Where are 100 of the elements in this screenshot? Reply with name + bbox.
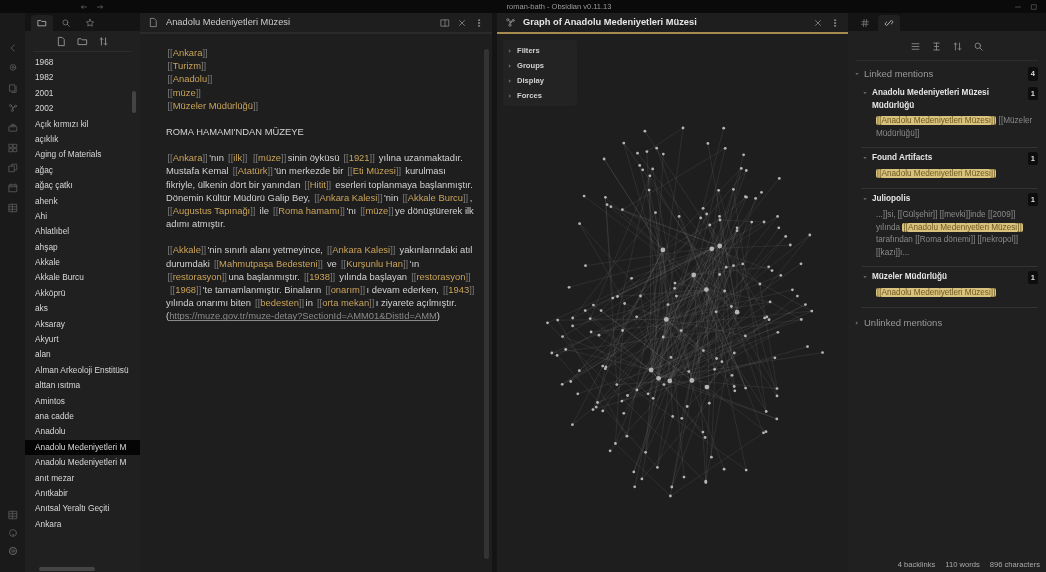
internal-link[interactable]: [[Roma hamamı]] (273, 205, 345, 217)
graph-drawing[interactable] (546, 126, 824, 498)
scrollbar-thumb[interactable] (39, 567, 95, 571)
cards-icon[interactable] (7, 123, 18, 133)
mention-context[interactable]: [[Anadolu Medeniyetleri Müzesi]] [[Müzeler Müdürlüğü]] (876, 115, 1038, 140)
file-item[interactable]: Anadolu Medeniyetleri M (25, 439, 140, 456)
external-link[interactable]: https://muze.gov.tr/muze-detay?SectionId=AMM01&DistId=AMM (169, 310, 437, 322)
new-note-icon[interactable] (56, 36, 67, 47)
internal-link[interactable]: [[onarım]] (325, 284, 366, 296)
scrollbar-thumb[interactable] (132, 91, 136, 113)
file-item[interactable]: Akkale (25, 255, 140, 271)
caret-icon (507, 62, 513, 69)
file-item[interactable]: ağaç çatkı (25, 178, 140, 194)
internal-link[interactable]: [[ilk]] (228, 152, 248, 164)
file-item[interactable]: Açık kırmızı kil (25, 116, 140, 132)
internal-link[interactable]: [[Eti Müzesi]] (347, 165, 402, 177)
internal-link[interactable]: [[bedesten]] (255, 297, 305, 309)
settings-icon[interactable] (7, 546, 18, 556)
file-item[interactable]: ana cadde (25, 409, 140, 425)
close-icon[interactable] (457, 17, 467, 28)
pages-icon[interactable] (7, 83, 18, 93)
file-item[interactable]: Alman Arkeoloji Enstitüsü (25, 362, 140, 379)
internal-link[interactable]: [[1943]] (443, 284, 475, 296)
file-item[interactable]: Akkale Burcu (25, 270, 140, 286)
file-item[interactable]: Anadolu Medeniyetleri M (25, 455, 140, 471)
caret-icon[interactable] (862, 155, 868, 161)
internal-link[interactable]: [[Hitit]] (304, 178, 332, 190)
internal-link[interactable]: [[Turizm]] (167, 60, 207, 72)
file-item[interactable]: ahşap (25, 239, 140, 256)
new-folder-icon[interactable] (77, 36, 88, 47)
internal-link[interactable]: [[1921]] (343, 152, 375, 164)
file-item[interactable]: Akyurt (25, 332, 140, 348)
mention-context[interactable]: ...]]si, [[Gülşehir]] [[mevki]]inde [[2009]] yılında [[Anadolu Medeniyetleri Müzesi]] tarafından [[Roma dönemi]] [[nekropol]] [[kazı]]ı... (876, 209, 1038, 259)
file-item[interactable]: Anadolu (25, 424, 140, 440)
file-item[interactable]: Akköprü (25, 285, 140, 302)
file-item[interactable]: açıklık (25, 131, 140, 148)
internal-link[interactable]: [[Mahmutpaşa Bedesteni]] (213, 257, 323, 269)
file-item[interactable]: Aksaray (25, 316, 140, 333)
file-item[interactable]: 1968 (25, 55, 140, 71)
internal-link[interactable]: [[müze]] (360, 205, 394, 217)
file-item[interactable]: 2001 (25, 85, 140, 102)
file-item[interactable]: alttan ısıtma (25, 378, 140, 394)
caret-icon (507, 47, 513, 54)
file-item[interactable]: Aging of Materials (25, 147, 140, 163)
file-item[interactable]: Amintos (25, 393, 140, 409)
internal-link[interactable]: [[1968]] (170, 284, 202, 296)
file-item[interactable]: Ahi (25, 208, 140, 225)
internal-link[interactable]: [[Atatürk]] (232, 165, 273, 177)
collapse-all-icon[interactable] (910, 41, 921, 52)
internal-link[interactable]: [[Kurşunlu Han]] (340, 257, 409, 269)
internal-link[interactable]: [[Akkale]] (167, 244, 207, 256)
grid-icon[interactable] (7, 143, 18, 153)
caret-icon[interactable] (854, 71, 860, 77)
reading-mode-icon[interactable] (440, 17, 450, 28)
internal-link[interactable]: [[Ankara Kalesi]] (314, 191, 383, 203)
file-item[interactable]: ahenk (25, 193, 140, 209)
internal-link[interactable]: [[Anadolu]] (167, 73, 213, 85)
caret-icon[interactable] (862, 195, 868, 202)
caret-icon[interactable] (862, 90, 868, 96)
text-cursor-icon[interactable] (931, 41, 942, 52)
internal-link[interactable]: [[1938]] (303, 270, 336, 282)
calendar-icon[interactable] (7, 183, 18, 193)
caret-icon[interactable] (854, 319, 860, 326)
search-icon[interactable] (973, 41, 984, 52)
back-arrow-icon[interactable] (80, 2, 88, 11)
internal-link[interactable]: [[Ankara]] (167, 47, 208, 58)
file-item[interactable]: Anıtsal Yeraltı Geçiti (25, 501, 140, 517)
table-icon[interactable] (7, 203, 18, 213)
copy-icon[interactable] (7, 163, 18, 173)
internal-link[interactable]: [[Müzeler Müdürlüğü]] (167, 99, 259, 111)
caret-icon (507, 77, 513, 84)
internal-link[interactable]: [[Augustus Tapınağı]] (167, 205, 256, 217)
file-item[interactable]: Anıtkabir (25, 485, 140, 502)
file-item[interactable]: aks (25, 301, 140, 317)
close-icon[interactable] (813, 17, 823, 28)
sidebar-tab[interactable] (878, 15, 900, 31)
sort-icon[interactable] (952, 41, 963, 52)
file-item[interactable]: anıt mezar (25, 470, 140, 486)
maximize-icon[interactable] (1030, 2, 1038, 11)
internal-link[interactable]: [[Ankara Kalesi]] (327, 244, 396, 256)
internal-link[interactable]: [[restorasyon]] (167, 270, 227, 282)
internal-link[interactable]: [[müze]] (167, 86, 201, 98)
internal-link[interactable]: [[orta mekan]] (317, 297, 375, 309)
section-toggle[interactable]: Unlinked mentions (854, 313, 1038, 332)
internal-link[interactable]: [[restorasyon]] (411, 270, 471, 282)
file-item[interactable]: 1982 (25, 70, 140, 86)
graph-icon[interactable] (7, 103, 18, 113)
sidebar-tab[interactable] (31, 15, 53, 31)
caret-icon[interactable] (862, 274, 868, 280)
file-item[interactable]: ağaç (25, 162, 140, 179)
file-item[interactable]: alan (25, 347, 140, 363)
forward-arrow-icon[interactable] (96, 2, 104, 11)
note-paragraph: ROMA HAMAMI'NDAN MÜZEYE (166, 125, 305, 139)
internal-link[interactable]: [[müze]] (252, 152, 287, 164)
internal-link[interactable]: [[Akkale Burcu]] (402, 191, 469, 203)
file-item[interactable]: Ankara (25, 516, 140, 533)
file-item[interactable]: Ahlatlıbel (25, 224, 140, 240)
file-item[interactable]: 2002 (25, 101, 140, 117)
internal-link[interactable]: [[Ankara]] (167, 152, 208, 164)
sort-icon[interactable] (98, 36, 109, 47)
